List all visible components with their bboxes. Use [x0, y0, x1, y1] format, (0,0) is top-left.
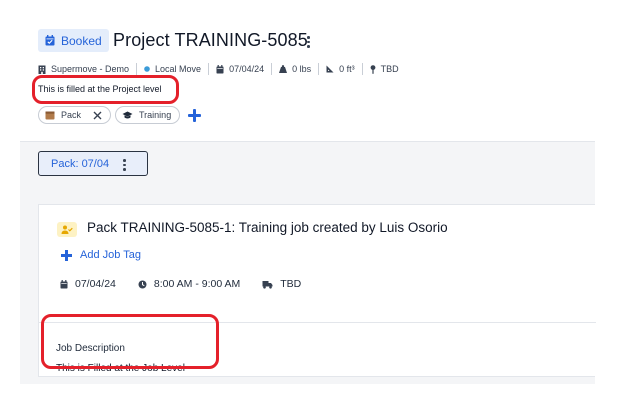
job-meta-time: 8:00 AM - 9:00 AM [138, 278, 240, 290]
plus-icon [61, 249, 72, 261]
job-meta-location: TBD [262, 278, 301, 290]
calendar-icon [216, 64, 224, 73]
meta-weight-label: 0 lbs [292, 64, 312, 74]
job-tab-pack[interactable]: Pack: 07/04 [38, 151, 148, 176]
user-check-icon [57, 222, 77, 237]
meta-organization-label: Supermove - Demo [51, 64, 130, 74]
ruler-triangle-icon [326, 65, 334, 73]
meta-volume: 0 ft³ [319, 63, 363, 75]
meta-move-type-label: Local Move [155, 64, 202, 74]
box-icon [45, 111, 55, 120]
job-time-label: 8:00 AM - 9:00 AM [153, 278, 241, 290]
job-card: Pack TRAINING-5085-1: Training job creat… [38, 204, 596, 377]
tag-pack-label: Pack [61, 110, 82, 120]
meta-location: TBD [363, 63, 406, 75]
tag-training[interactable]: Training [115, 106, 181, 124]
job-divider [39, 322, 596, 323]
status-badge: Booked [38, 29, 109, 52]
add-job-tag-label: Add Job Tag [80, 249, 141, 261]
meta-location-label: TBD [380, 64, 399, 74]
add-job-tag-button[interactable]: Add Job Tag [61, 249, 141, 261]
add-tag-icon[interactable] [188, 108, 202, 122]
job-tab-more-icon[interactable] [123, 159, 126, 171]
tag-training-label: Training [139, 110, 172, 120]
project-more-icon[interactable] [307, 36, 310, 48]
project-description: This is filled at the Project level [38, 84, 162, 94]
project-header-card: Booked Project TRAINING-5085 Supermove -… [20, 18, 595, 142]
project-page: Booked Project TRAINING-5085 Supermove -… [20, 18, 596, 384]
clock-icon [138, 280, 147, 288]
job-meta-row: 07/04/24 8:00 AM - 9:00 AM TBD [60, 278, 323, 290]
project-meta-row: Supermove - Demo Local Move 07/04/24 0 l… [38, 62, 406, 76]
truck-icon [262, 280, 273, 289]
calendar-icon [60, 279, 68, 288]
project-title: Project TRAINING-5085 [113, 30, 308, 50]
job-title: Pack TRAINING-5085-1: Training job creat… [87, 220, 448, 235]
meta-weight: 0 lbs [272, 63, 320, 75]
meta-move-type: Local Move [137, 63, 210, 75]
calendar-check-icon [45, 35, 55, 46]
job-meta-date: 07/04/24 [60, 278, 116, 290]
job-location-label: TBD [280, 278, 302, 290]
job-date-label: 07/04/24 [75, 278, 116, 290]
building-icon [38, 65, 46, 74]
close-icon[interactable] [93, 111, 102, 120]
meta-date-label: 07/04/24 [229, 64, 265, 74]
map-pin-icon [370, 64, 376, 74]
meta-volume-label: 0 ft³ [339, 64, 355, 74]
weight-icon [279, 65, 288, 73]
meta-date: 07/04/24 [209, 63, 273, 75]
status-label: Booked [61, 33, 102, 48]
tag-pack[interactable]: Pack [38, 106, 112, 124]
graduation-cap-icon [122, 111, 133, 118]
job-tab-label: Pack: 07/04 [51, 157, 110, 170]
meta-organization: Supermove - Demo [38, 63, 138, 75]
job-description-text: This is Filled at the Job Level [56, 363, 185, 374]
job-description-heading: Job Description [56, 343, 125, 354]
project-tags: Pack Training [38, 106, 202, 124]
dot-icon [144, 66, 150, 72]
